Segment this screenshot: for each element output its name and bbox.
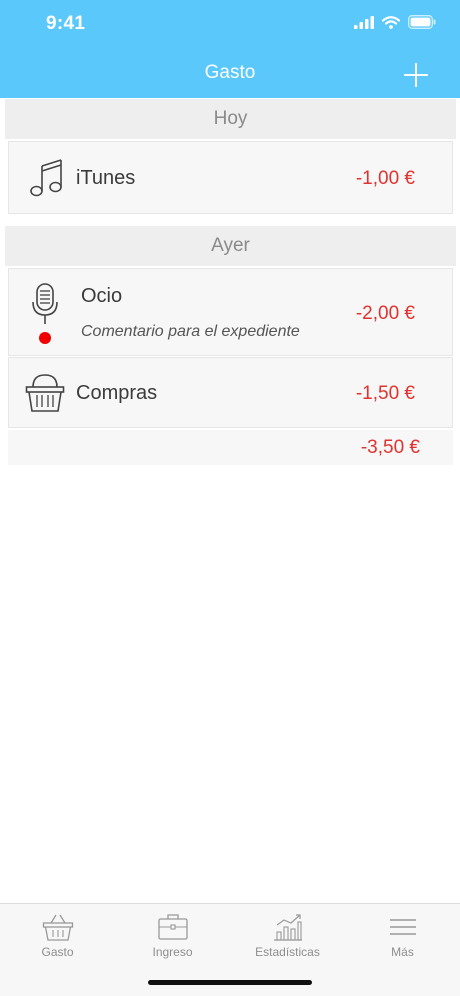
tab-ingreso[interactable]: Ingreso [115, 910, 230, 965]
basket-icon [42, 914, 73, 941]
expense-category-label: iTunes [76, 167, 136, 189]
music-note-icon [30, 159, 62, 197]
expense-category-label: Ocio [81, 285, 123, 307]
tab-label: Estadísticas [255, 945, 320, 959]
header-bar: 9:41 Gasto [0, 0, 460, 98]
expense-comment: Comentario para el expediente [81, 323, 300, 340]
briefcase-icon [157, 914, 188, 940]
total-row: -3,50 € [8, 430, 453, 465]
section-header-ayer: Ayer [5, 226, 456, 266]
expense-category-label: Compras [76, 382, 158, 404]
menu-icon [389, 919, 416, 935]
battery-icon [408, 15, 436, 29]
tab-gasto[interactable]: Gasto [0, 910, 115, 965]
home-indicator[interactable] [148, 980, 312, 985]
expense-row-compras[interactable]: Compras -1,50 € [8, 357, 453, 428]
expense-amount: -1,00 € [355, 168, 415, 189]
tab-label: Más [391, 945, 414, 959]
wifi-icon [382, 15, 400, 29]
page-title: Gasto [204, 62, 256, 83]
status-icons [354, 15, 436, 29]
expense-row-itunes[interactable]: iTunes -1,00 € [8, 141, 453, 214]
microphone-icon [32, 283, 58, 324]
tab-label: Gasto [41, 945, 74, 959]
expense-amount: -2,00 € [355, 303, 415, 324]
shopping-basket-icon [25, 374, 65, 412]
signal-icon [354, 15, 374, 29]
chart-icon [273, 914, 302, 941]
total-amount: -3,50 € [360, 437, 420, 458]
tab-estadisticas[interactable]: Estadísticas [230, 910, 345, 965]
expense-amount: -1,50 € [355, 383, 415, 404]
recording-indicator-dot [39, 332, 51, 344]
tab-mas[interactable]: Más [345, 910, 460, 965]
status-time: 9:41 [46, 13, 86, 34]
tab-label: Ingreso [152, 945, 193, 959]
add-button[interactable] [402, 61, 430, 89]
expense-row-ocio[interactable]: Ocio -2,00 € Comentario para el expedien… [8, 268, 453, 356]
section-header-hoy: Hoy [5, 99, 456, 139]
